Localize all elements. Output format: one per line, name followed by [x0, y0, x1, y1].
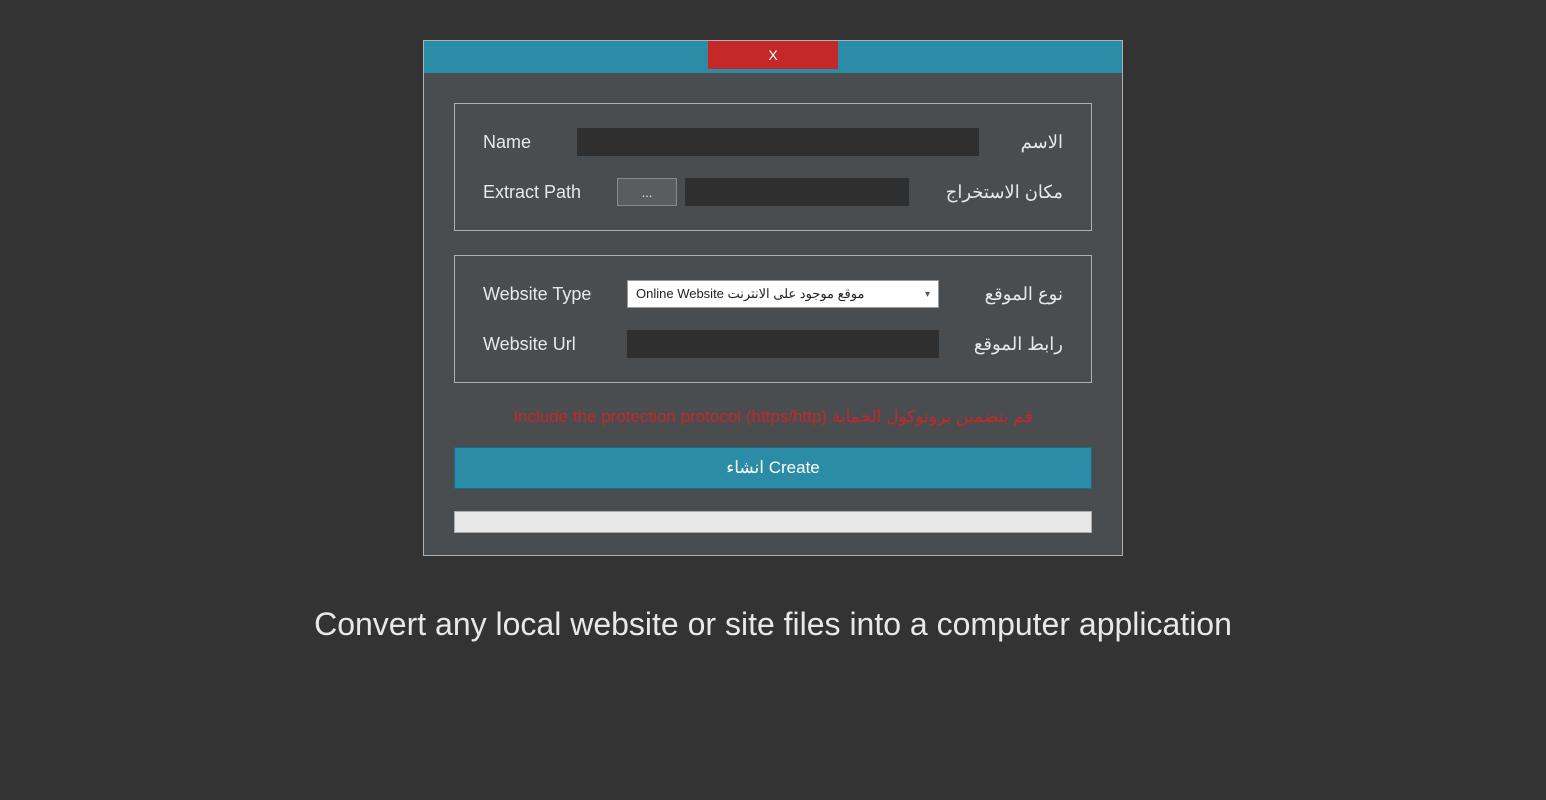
tagline: Convert any local website or site files …: [314, 606, 1232, 643]
app-window: X Name الاسم Extract Path ... مكان الاست…: [423, 40, 1123, 556]
url-label-ar: رابط الموقع: [953, 334, 1063, 355]
window-body: Name الاسم Extract Path ... مكان الاستخر…: [424, 73, 1122, 555]
create-button[interactable]: انشاء Create: [454, 447, 1092, 489]
name-input[interactable]: [577, 128, 979, 156]
website-url-input[interactable]: [627, 330, 939, 358]
extract-label-ar: مكان الاستخراج: [923, 182, 1063, 203]
type-label-en: Website Type: [483, 284, 613, 305]
name-label-ar: الاسم: [993, 132, 1063, 153]
extract-label-en: Extract Path: [483, 182, 603, 203]
website-type-select[interactable]: Online Website موقع موجود على الانترنت ▾: [627, 280, 939, 308]
protocol-warning: Include the protection protocol (https/h…: [454, 407, 1092, 427]
type-label-ar: نوع الموقع: [953, 284, 1063, 305]
name-row: Name الاسم: [483, 128, 1063, 156]
chevron-down-icon: ▾: [925, 289, 930, 300]
close-button[interactable]: X: [708, 41, 838, 69]
browse-button[interactable]: ...: [617, 178, 677, 206]
url-row: Website Url رابط الموقع: [483, 330, 1063, 358]
website-type-value: Online Website موقع موجود على الانترنت: [636, 286, 864, 302]
name-label-en: Name: [483, 132, 563, 153]
titlebar: X: [424, 41, 1122, 73]
section-general: Name الاسم Extract Path ... مكان الاستخر…: [454, 103, 1092, 231]
type-row: Website Type Online Website موقع موجود ع…: [483, 280, 1063, 308]
extract-path-input[interactable]: [685, 178, 909, 206]
progress-bar: [454, 511, 1092, 533]
extract-row: Extract Path ... مكان الاستخراج: [483, 178, 1063, 206]
url-label-en: Website Url: [483, 334, 613, 355]
section-website: Website Type Online Website موقع موجود ع…: [454, 255, 1092, 383]
